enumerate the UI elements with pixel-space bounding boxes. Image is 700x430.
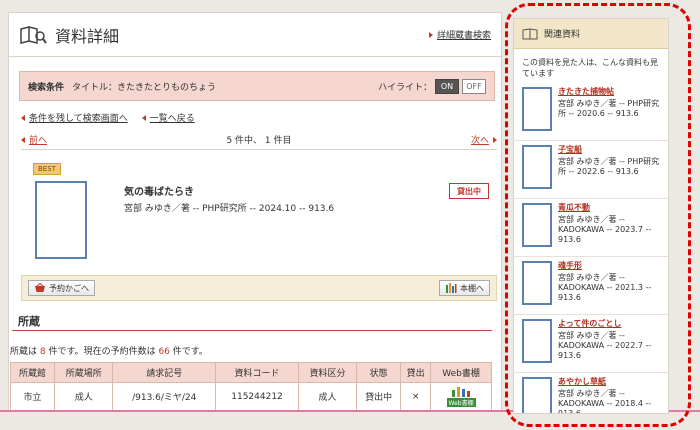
- next-label: 次へ: [470, 136, 489, 146]
- record-detail: BEST 気の毒ばたらき 宮部 みゆき／著 -- PHP研究所 -- 2024.…: [21, 163, 497, 263]
- holdings-divider: [12, 330, 492, 331]
- column-header: 所蔵館: [9, 362, 56, 383]
- arrow-left-icon: [21, 114, 25, 121]
- summary-text: 件です。現在の予約件数は: [45, 347, 159, 357]
- column-header: 請求記号: [112, 362, 217, 383]
- list-item[interactable]: 魂手形宮部 みゆき／著 -- KADOKAWA -- 2021.3 -- 913…: [514, 257, 668, 315]
- prev-link[interactable]: 前へ: [21, 133, 47, 146]
- add-to-cart-button[interactable]: 予約かごへ: [28, 280, 95, 296]
- column-header: 状態: [356, 362, 402, 383]
- table-row: 市立 成人 /913.6/ミヤ/24 115244212 成人 貸出中 × We…: [9, 382, 492, 411]
- advanced-search-label: 詳細蔵書検索: [436, 31, 491, 41]
- cell-category: 成人: [297, 382, 358, 411]
- record-meta: 宮部 みゆき／著 -- PHP研究所 -- 2024.10 -- 913.6: [124, 204, 335, 214]
- best-badge: BEST: [33, 163, 61, 175]
- holdings-header-row: 所蔵館 所蔵場所 請求記号 資料コード 資料区分 状態 貸出 Web書棚: [9, 362, 492, 383]
- holdings-title: 所蔵: [18, 315, 40, 328]
- add-to-cart-label: 予約かごへ: [49, 283, 89, 293]
- cell-web-shelf: Web書棚: [430, 382, 492, 411]
- cell-call-number: /913.6/ミヤ/24: [112, 382, 217, 411]
- related-sidebar: 関連資料 この資料を見た人は、こんな資料も見ています きたきた捕物帖宮部 みゆき…: [513, 18, 669, 414]
- column-header: 貸出: [400, 362, 432, 383]
- holdings-summary: 所蔵は 8 件です。現在の予約件数は 66 件です。: [10, 344, 208, 357]
- next-link[interactable]: 次へ: [471, 133, 497, 146]
- related-title-link[interactable]: 青瓜不動: [558, 203, 660, 213]
- arrow-right-icon: [428, 31, 433, 38]
- cell-loan: ×: [400, 382, 432, 411]
- related-meta: 宮部 みゆき／著 -- KADOKAWA -- 2023.7 -- 913.6: [558, 215, 652, 244]
- record-title: 気の毒ばたらき: [124, 187, 194, 198]
- back-to-list-link[interactable]: 一覧へ戻る: [141, 111, 195, 124]
- column-header: 資料コード: [215, 362, 299, 383]
- add-to-shelf-button[interactable]: 本棚へ: [439, 280, 490, 296]
- cell-library: 市立: [9, 382, 56, 411]
- related-meta: 宮部 みゆき／著 -- PHP研究所 -- 2020.6 -- 913.6: [558, 99, 660, 118]
- book-cover: [35, 181, 87, 259]
- related-title: 関連資料: [544, 30, 581, 40]
- related-header: 関連資料: [514, 19, 668, 49]
- cell-code: 115244212: [215, 382, 299, 411]
- action-bar: 予約かごへ 本棚へ: [21, 275, 497, 301]
- back-to-list-label: 一覧へ戻る: [149, 114, 195, 124]
- book-thumbnail: [522, 87, 552, 131]
- summary-text: 件です。: [169, 347, 208, 357]
- column-header: Web書棚: [430, 362, 492, 383]
- book-thumbnail: [522, 145, 552, 189]
- web-shelf-button[interactable]: Web書棚: [446, 386, 476, 407]
- book-thumbnail: [522, 261, 552, 305]
- book-icon: [522, 27, 538, 39]
- column-header: 資料区分: [297, 362, 358, 383]
- column-header: 所蔵場所: [54, 362, 114, 383]
- book-thumbnail: [522, 203, 552, 247]
- status-badge: 貸出中: [449, 183, 489, 199]
- search-condition-label: 検索条件: [28, 82, 65, 93]
- page-header: 資料詳細 詳細蔵書検索: [9, 13, 501, 57]
- highlight-toggle: ハイライト： ON OFF: [378, 78, 486, 94]
- book-search-icon: [20, 25, 47, 44]
- search-condition-value: タイトル：きたきたとりものちょう: [72, 82, 217, 93]
- list-item[interactable]: 子宝船宮部 みゆき／著 -- PHP研究所 -- 2022.6 -- 913.6: [514, 141, 668, 199]
- reservation-count: 66: [158, 347, 170, 357]
- arrow-right-icon: [492, 136, 497, 143]
- list-item[interactable]: 青瓜不動宮部 みゆき／著 -- KADOKAWA -- 2023.7 -- 91…: [514, 199, 668, 257]
- prev-label: 前へ: [29, 136, 48, 146]
- highlight-on-button[interactable]: ON: [435, 78, 459, 94]
- record-navigation: 前へ 5 件中、 1 件目 次へ: [21, 130, 497, 150]
- page-title: 資料詳細: [55, 26, 120, 46]
- related-title-link[interactable]: 子宝船: [558, 145, 660, 155]
- summary-text: 所蔵は: [10, 347, 40, 357]
- book-thumbnail: [522, 319, 552, 363]
- back-links: 条件を残して検索画面へ 一覧へ戻る: [21, 111, 209, 124]
- search-condition-bar: 検索条件 タイトル：きたきたとりものちょう ハイライト： ON OFF: [19, 71, 495, 101]
- list-item[interactable]: あやかし草紙宮部 みゆき／著 -- KADOKAWA -- 2018.4 -- …: [514, 373, 668, 414]
- cell-state: 貸出中: [356, 382, 402, 411]
- related-title-link[interactable]: きたきた捕物帖: [558, 87, 660, 97]
- related-title-link[interactable]: よって件のごとし: [558, 319, 660, 329]
- highlight-label: ハイライト：: [378, 82, 432, 93]
- back-to-search-link[interactable]: 条件を残して検索画面へ: [21, 111, 128, 124]
- bookshelf-icon: [446, 283, 457, 293]
- holdings-table: 所蔵館 所蔵場所 請求記号 資料コード 資料区分 状態 貸出 Web書棚 市立 …: [9, 362, 492, 411]
- list-item[interactable]: きたきた捕物帖宮部 みゆき／著 -- PHP研究所 -- 2020.6 -- 9…: [514, 83, 668, 141]
- arrow-left-icon: [141, 114, 146, 121]
- back-to-search-label: 条件を残して検索画面へ: [29, 114, 128, 124]
- list-item[interactable]: よって件のごとし宮部 みゆき／著 -- KADOKAWA -- 2022.7 -…: [514, 315, 668, 373]
- record-count: 5 件中、 1 件目: [226, 136, 292, 146]
- bookshelf-icon: [451, 386, 471, 397]
- related-meta: 宮部 みゆき／著 -- PHP研究所 -- 2022.6 -- 913.6: [558, 157, 660, 176]
- basket-icon: [35, 283, 45, 292]
- web-shelf-label: Web書棚: [446, 397, 476, 407]
- highlight-off-button[interactable]: OFF: [462, 78, 486, 94]
- related-meta: 宮部 みゆき／著 -- KADOKAWA -- 2021.3 -- 913.6: [558, 273, 652, 302]
- related-intro: この資料を見た人は、こんな資料も見ています: [522, 58, 658, 78]
- cell-location: 成人: [54, 382, 114, 411]
- advanced-search-link[interactable]: 詳細蔵書検索: [428, 28, 491, 41]
- book-thumbnail: [522, 377, 552, 413]
- related-title-link[interactable]: 魂手形: [558, 261, 660, 271]
- related-meta: 宮部 みゆき／著 -- KADOKAWA -- 2022.7 -- 913.6: [558, 331, 652, 360]
- add-to-shelf-label: 本棚へ: [460, 283, 484, 293]
- arrow-left-icon: [21, 136, 25, 143]
- related-meta: 宮部 みゆき／著 -- KADOKAWA -- 2018.4 -- 913.6: [558, 389, 652, 414]
- related-title-link[interactable]: あやかし草紙: [558, 377, 660, 387]
